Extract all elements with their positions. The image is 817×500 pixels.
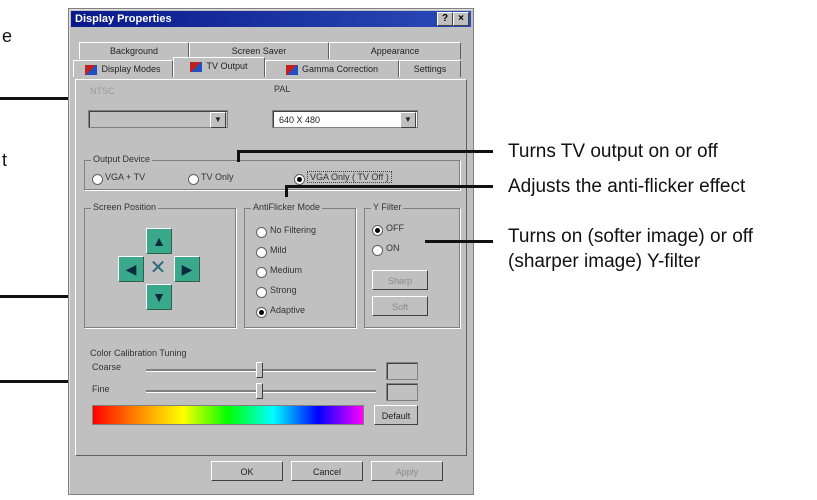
fine-value-box	[386, 383, 418, 401]
tab-display-modes[interactable]: Display Modes	[73, 60, 173, 77]
color-calibration-label: Color Calibration Tuning	[90, 348, 187, 358]
chevron-down-icon: ▼	[210, 112, 226, 128]
coarse-value-box	[386, 362, 418, 380]
callout-line	[237, 150, 240, 162]
tab-tv-output[interactable]: TV Output	[173, 57, 265, 77]
coarse-slider-thumb[interactable]	[256, 362, 263, 378]
tv-only-radio[interactable]	[188, 174, 199, 185]
color-spectrum-bar	[92, 405, 364, 425]
tab-appearance[interactable]: Appearance	[329, 42, 461, 59]
tab-gamma-correction[interactable]: Gamma Correction	[265, 60, 399, 77]
no-filtering-radio[interactable]	[256, 227, 267, 238]
window-title: Display Properties	[75, 13, 172, 25]
tab-label: Settings	[413, 64, 447, 74]
move-down-button[interactable]: ▼	[146, 284, 172, 310]
left-text-fragment: t	[2, 150, 8, 170]
sharp-button[interactable]: Sharp	[372, 270, 428, 290]
medium-radio[interactable]	[256, 267, 267, 278]
y-filter-on-radio[interactable]	[372, 245, 383, 256]
ntsc-dropdown[interactable]: ▼	[88, 110, 228, 128]
tab-label: Gamma Correction	[301, 64, 379, 74]
apply-button[interactable]: Apply	[371, 461, 443, 481]
fine-label: Fine	[92, 384, 110, 394]
tv-output-annotation: Turns TV output on or off	[508, 141, 718, 162]
tab-settings[interactable]: Settings	[399, 60, 461, 77]
mild-label: Mild	[270, 245, 287, 255]
tab-label: Background	[109, 46, 159, 56]
y-filter-annotation-line2: (sharper image) Y-filter	[508, 251, 701, 272]
adaptive-label: Adaptive	[270, 305, 306, 315]
left-text-fragment: e	[2, 26, 13, 46]
display-properties-dialog: Display Properties ? × Background Screen…	[68, 8, 474, 495]
y-filter-label: Y Filter	[371, 202, 404, 212]
tv-output-panel: NTSC ▼ PAL 640 X 480 ▼ Output Device VGA …	[75, 79, 467, 456]
coarse-label: Coarse	[92, 362, 122, 372]
y-filter-off-label: OFF	[386, 223, 404, 233]
y-filter-off-radio[interactable]	[372, 225, 383, 236]
screen-position-label: Screen Position	[91, 202, 159, 212]
vga-only-label: VGA Only ( TV Off )	[307, 171, 392, 183]
medium-label: Medium	[270, 265, 303, 275]
callout-line	[285, 185, 493, 188]
antiflicker-annotation: Adjusts the anti-flicker effect	[508, 176, 746, 197]
pal-value: 640 X 480	[279, 115, 321, 125]
antiflicker-label: AntiFlicker Mode	[251, 202, 323, 212]
callout-line	[425, 240, 493, 243]
cancel-button[interactable]: Cancel	[291, 461, 363, 481]
ntsc-label: NTSC	[90, 86, 115, 96]
tab-label: TV Output	[206, 61, 248, 71]
pal-label: PAL	[274, 84, 291, 94]
help-button[interactable]: ?	[437, 12, 453, 26]
y-filter-on-label: ON	[386, 243, 400, 253]
pal-dropdown[interactable]: 640 X 480 ▼	[272, 110, 418, 128]
fine-slider-thumb[interactable]	[256, 383, 263, 399]
y-filter-annotation-line1: Turns on (softer image) or off	[508, 226, 753, 247]
tab-label: Display Modes	[101, 64, 161, 74]
callout-line	[237, 150, 493, 153]
output-device-label: Output Device	[91, 154, 153, 164]
soft-button[interactable]: Soft	[372, 296, 428, 316]
display-icon	[285, 64, 298, 75]
title-bar: Display Properties ? ×	[71, 11, 471, 27]
move-up-button[interactable]: ▲	[146, 228, 172, 254]
tab-label: Appearance	[370, 46, 420, 56]
strong-radio[interactable]	[256, 287, 267, 298]
display-icon	[190, 61, 203, 72]
move-right-button[interactable]: ▶	[174, 256, 200, 282]
vga-tv-radio[interactable]	[92, 174, 103, 185]
default-button[interactable]: Default	[374, 405, 418, 425]
vga-tv-label: VGA + TV	[105, 172, 146, 182]
ok-button[interactable]: OK	[211, 461, 283, 481]
mild-radio[interactable]	[256, 247, 267, 258]
display-icon	[85, 64, 98, 75]
callout-line	[285, 185, 288, 197]
vga-only-radio[interactable]	[294, 174, 305, 185]
center-reset-button[interactable]: ✕	[146, 256, 170, 280]
close-button[interactable]: ×	[453, 12, 469, 26]
strong-label: Strong	[270, 285, 297, 295]
adaptive-radio[interactable]	[256, 307, 267, 318]
move-left-button[interactable]: ◀	[118, 256, 144, 282]
no-filtering-label: No Filtering	[270, 225, 317, 235]
tab-label: Screen Saver	[231, 46, 287, 56]
chevron-down-icon: ▼	[400, 112, 416, 128]
tv-only-label: TV Only	[201, 172, 234, 182]
